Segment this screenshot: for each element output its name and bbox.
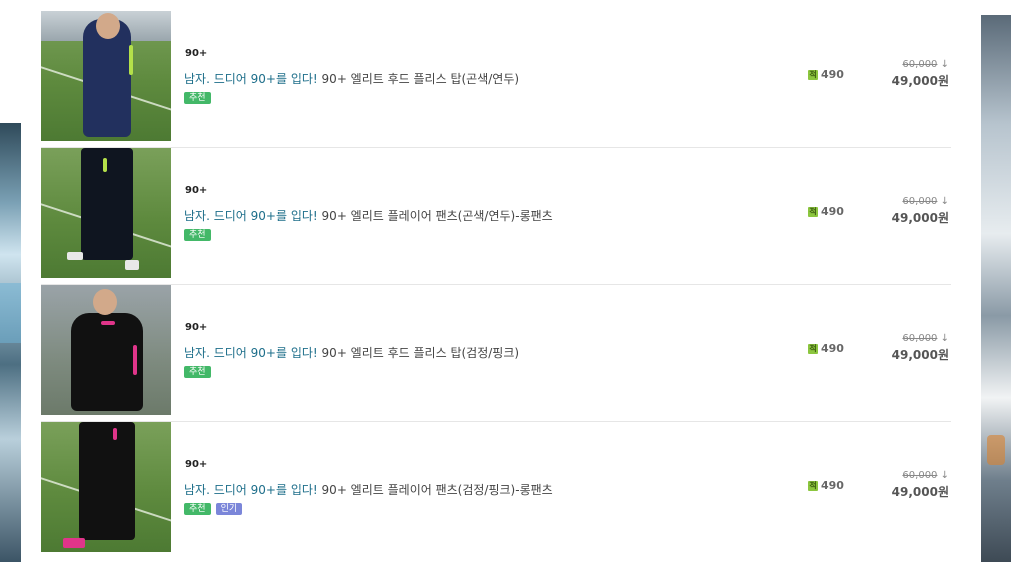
product-thumbnail[interactable] (41, 148, 171, 278)
product-brand: 90+ (185, 459, 208, 470)
hoodie-accent (101, 321, 115, 325)
shoe-right (125, 260, 139, 270)
product-price: 60,000 ↓ 49,000원 (892, 333, 949, 363)
shoe-left (67, 252, 83, 260)
product-badges: 추천 (184, 366, 211, 378)
points-icon: 적 (808, 206, 818, 217)
shoe-left (63, 538, 85, 548)
sale-price: 49,000원 (891, 211, 949, 225)
right-banner-image (981, 15, 1011, 562)
badge-recommend: 추천 (184, 229, 211, 241)
product-badges: 추천 인기 (184, 503, 243, 515)
badge-recommend: 추천 (184, 92, 211, 104)
product-price: 60,000 ↓ 49,000원 (892, 59, 949, 89)
product-points: 적 490 (808, 479, 844, 492)
product-points: 적 490 (808, 342, 844, 355)
original-price: 60,000 ↓ (902, 470, 949, 481)
points-icon: 적 (808, 480, 818, 491)
product-name: 90+ 엘리트 후드 플리스 탑(검정/핑크) (321, 346, 520, 360)
original-price: 60,000 ↓ (902, 59, 949, 70)
points-icon: 적 (808, 69, 818, 80)
product-row: 90+ 남자. 드디어 90+를 입다! 90+ 엘리트 후드 플리스 탑(곤색… (41, 11, 951, 148)
left-banner-accent (0, 283, 21, 343)
sale-price: 49,000원 (891, 74, 949, 88)
product-thumbnail[interactable] (41, 285, 171, 415)
pants-accent (103, 158, 107, 172)
hoodie-accent (133, 345, 137, 375)
points-value: 490 (821, 68, 844, 81)
price-down-arrow-icon: ↓ (940, 333, 949, 344)
badge-recommend: 추천 (184, 503, 211, 515)
product-promo: 남자. 드디어 90+를 입다! (184, 209, 318, 223)
product-row: 90+ 남자. 드디어 90+를 입다! 90+ 엘리트 플레이어 팬츠(곤색/… (41, 148, 951, 285)
product-points: 적 490 (808, 68, 844, 81)
hoodie-accent (129, 45, 133, 75)
model-pants (81, 148, 133, 260)
product-badges: 추천 (184, 229, 211, 241)
badge-popular: 인기 (215, 503, 243, 515)
product-promo: 남자. 드디어 90+를 입다! (184, 72, 318, 86)
product-price: 60,000 ↓ 49,000원 (892, 470, 949, 500)
pants-accent (113, 428, 117, 440)
product-brand: 90+ (185, 48, 208, 59)
price-down-arrow-icon: ↓ (940, 196, 949, 207)
price-down-arrow-icon: ↓ (940, 470, 949, 481)
product-row: 90+ 남자. 드디어 90+를 입다! 90+ 엘리트 플레이어 팬츠(검정/… (41, 422, 951, 559)
product-points: 적 490 (808, 205, 844, 218)
sale-price: 49,000원 (891, 485, 949, 499)
product-badges: 추천 (184, 92, 211, 104)
product-thumbnail[interactable] (41, 11, 171, 141)
product-title-link[interactable]: 남자. 드디어 90+를 입다! 90+ 엘리트 플레이어 팬츠(곤색/연두)-… (184, 207, 553, 224)
product-name: 90+ 엘리트 플레이어 팬츠(곤색/연두)-롱팬츠 (321, 209, 553, 223)
points-value: 490 (821, 342, 844, 355)
points-icon: 적 (808, 343, 818, 354)
product-list: 90+ 남자. 드디어 90+를 입다! 90+ 엘리트 후드 플리스 탑(곤색… (41, 11, 951, 559)
product-price: 60,000 ↓ 49,000원 (892, 196, 949, 226)
product-brand: 90+ (185, 185, 208, 196)
product-title-link[interactable]: 남자. 드디어 90+를 입다! 90+ 엘리트 후드 플리스 탑(곤색/연두) (184, 70, 519, 87)
points-value: 490 (821, 479, 844, 492)
badge-recommend: 추천 (184, 366, 211, 378)
product-promo: 남자. 드디어 90+를 입다! (184, 483, 318, 497)
left-banner-image (0, 123, 21, 562)
original-price: 60,000 ↓ (902, 333, 949, 344)
right-banner-accent (987, 435, 1005, 465)
product-name: 90+ 엘리트 플레이어 팬츠(검정/핑크)-롱팬츠 (321, 483, 553, 497)
product-brand: 90+ (185, 322, 208, 333)
product-promo: 남자. 드디어 90+를 입다! (184, 346, 318, 360)
product-title-link[interactable]: 남자. 드디어 90+를 입다! 90+ 엘리트 플레이어 팬츠(검정/핑크)-… (184, 481, 553, 498)
model-pants (79, 422, 135, 540)
product-thumbnail[interactable] (41, 422, 171, 552)
product-name: 90+ 엘리트 후드 플리스 탑(곤색/연두) (321, 72, 520, 86)
original-price: 60,000 ↓ (902, 196, 949, 207)
product-title-link[interactable]: 남자. 드디어 90+를 입다! 90+ 엘리트 후드 플리스 탑(검정/핑크) (184, 344, 519, 361)
model-head (93, 289, 117, 315)
product-row: 90+ 남자. 드디어 90+를 입다! 90+ 엘리트 후드 플리스 탑(검정… (41, 285, 951, 422)
price-down-arrow-icon: ↓ (940, 59, 949, 70)
points-value: 490 (821, 205, 844, 218)
model-head (96, 13, 120, 39)
sale-price: 49,000원 (891, 348, 949, 362)
